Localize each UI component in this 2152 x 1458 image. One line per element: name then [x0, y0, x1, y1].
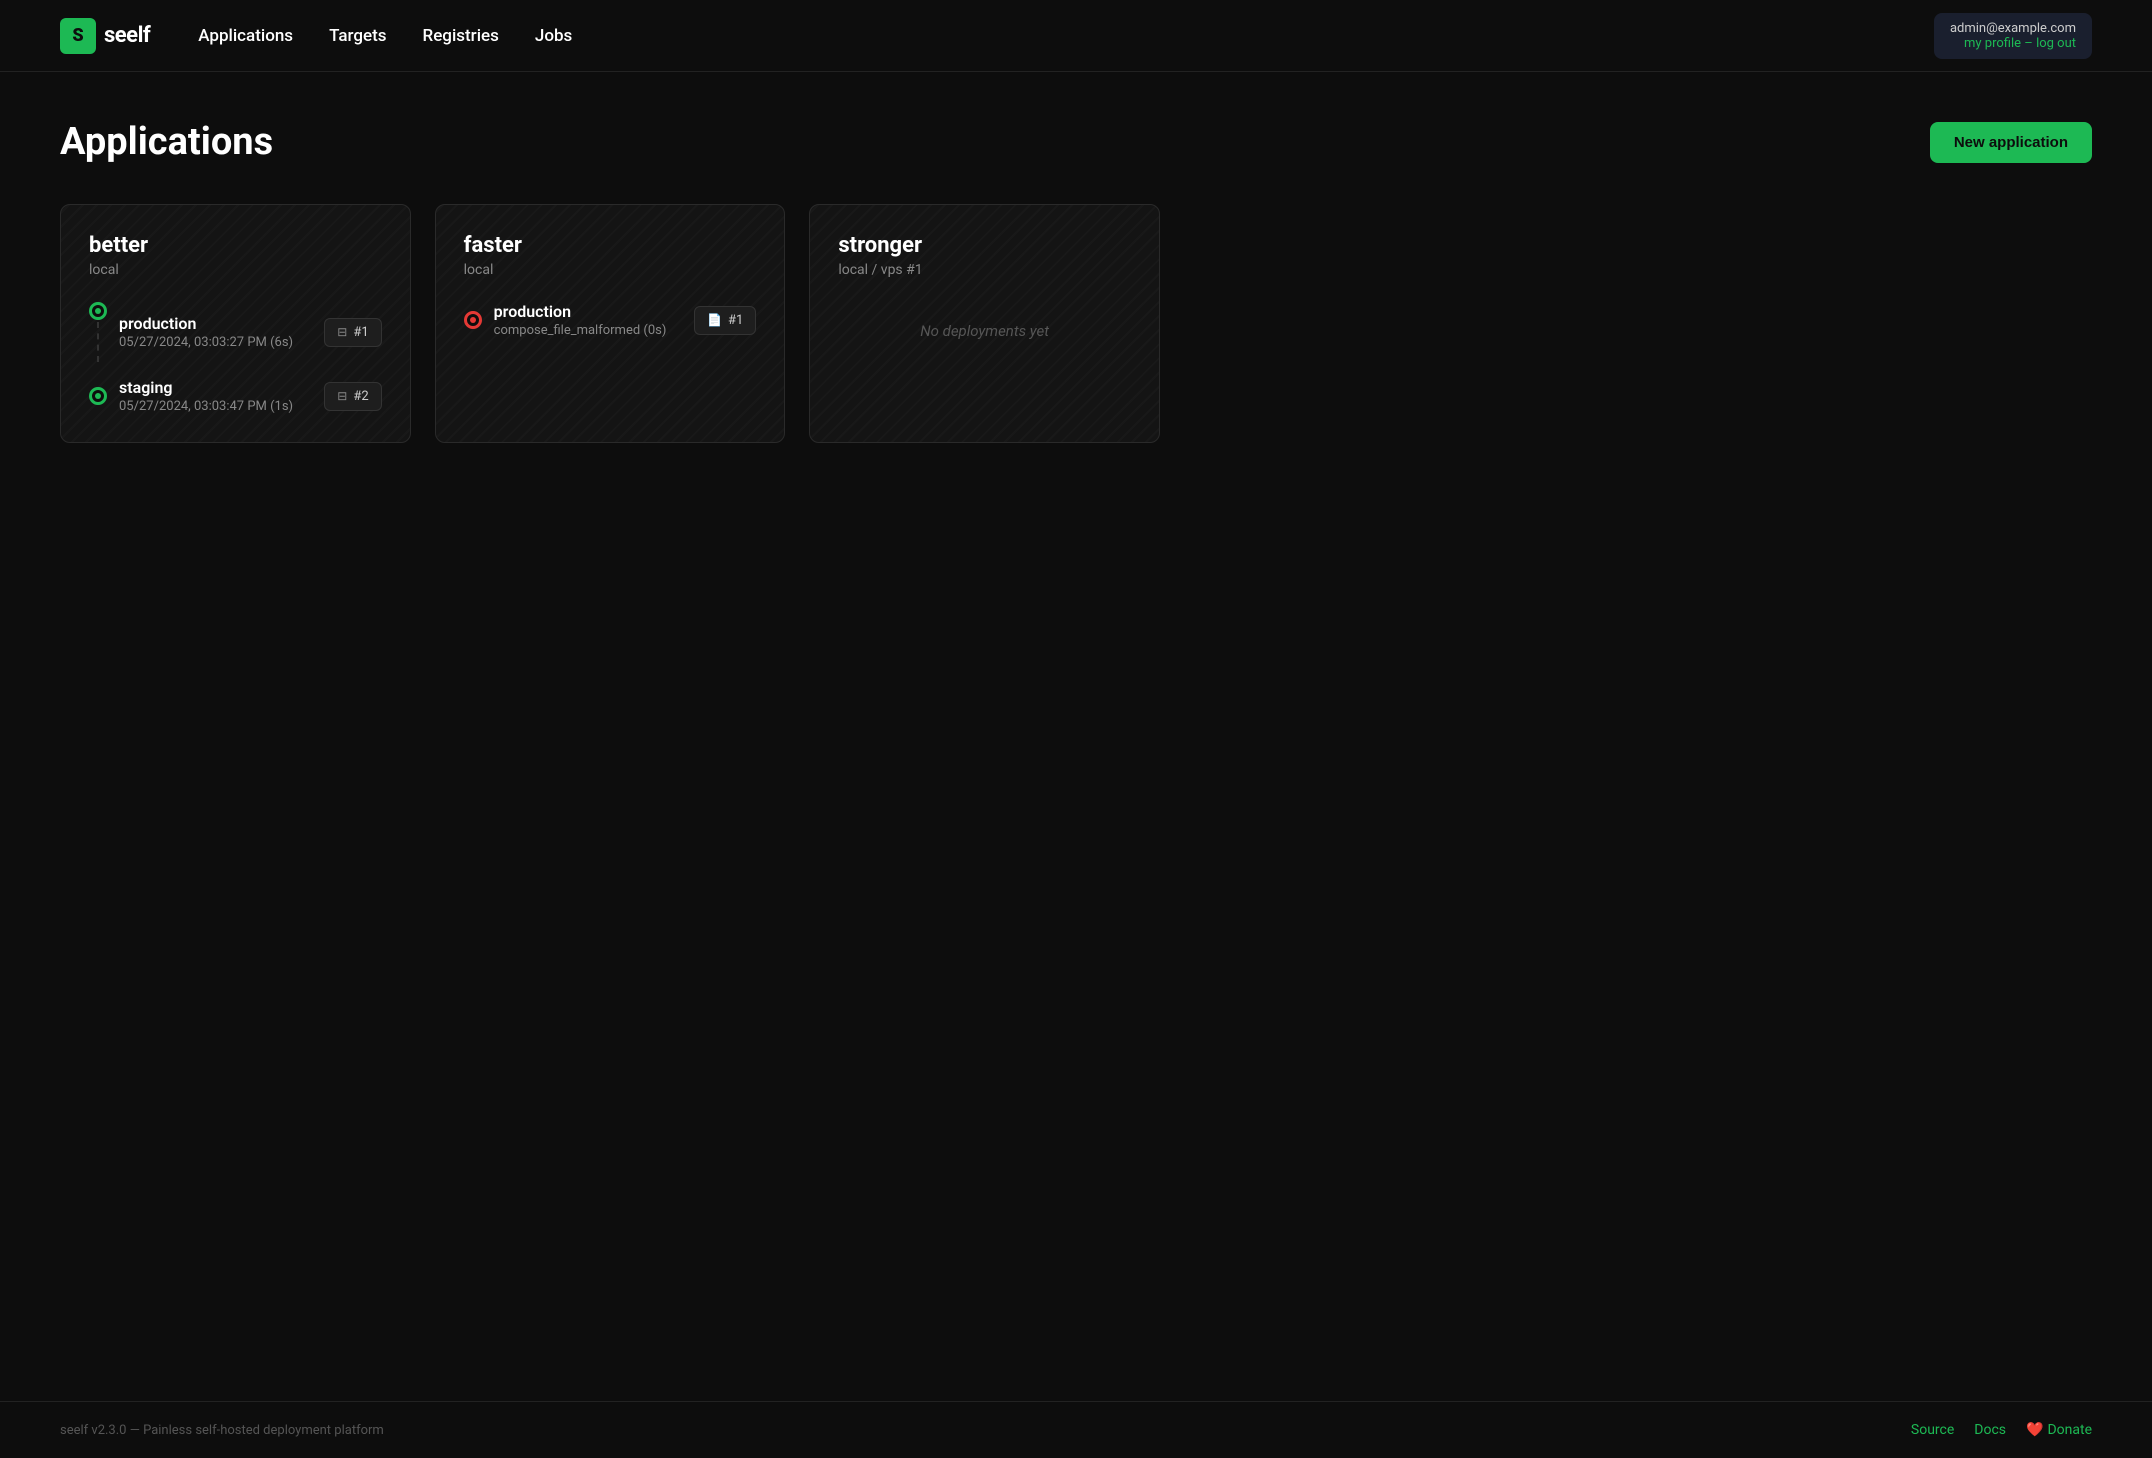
app-card-stronger: stronger local / vps #1 No deployments y…	[809, 204, 1160, 443]
my-profile-link[interactable]: my profile	[1964, 36, 2021, 51]
new-application-button[interactable]: New application	[1930, 122, 2092, 163]
app-card-faster: faster local production compose_file_mal…	[435, 204, 786, 443]
status-dot-success	[89, 387, 107, 405]
apps-grid: better local production 05/27/2024, 03:0…	[60, 204, 1160, 443]
app-target-stronger: local / vps #1	[838, 262, 1131, 278]
deployment-info: production compose_file_malformed (0s)	[494, 302, 682, 338]
app-target-faster: local	[464, 262, 757, 278]
deployment-meta: 05/27/2024, 03:03:47 PM (1s)	[119, 399, 312, 414]
deployment-meta: 05/27/2024, 03:03:27 PM (6s)	[119, 335, 312, 350]
nav-user: admin@example.com my profile – log out	[1934, 13, 2092, 59]
nav-links: Applications Targets Registries Jobs	[198, 26, 1934, 46]
app-name-faster: faster	[464, 233, 757, 258]
deployment-env: production	[494, 302, 682, 321]
source-link[interactable]: Source	[1911, 1422, 1954, 1438]
deployment-item: production compose_file_malformed (0s) 📄…	[464, 302, 757, 338]
donate-container: ❤️ Donate	[2026, 1422, 2092, 1438]
badge-number: #1	[353, 325, 368, 340]
file-icon: 📄	[707, 313, 722, 327]
nav-user-email: admin@example.com	[1950, 21, 2076, 36]
deployment-info: staging 05/27/2024, 03:03:47 PM (1s)	[119, 378, 312, 414]
app-name-stronger: stronger	[838, 233, 1131, 258]
file-icon: ⊟	[337, 389, 347, 403]
deployment-badge[interactable]: ⊟ #2	[324, 382, 381, 411]
nav-user-actions[interactable]: my profile – log out	[1950, 36, 2076, 51]
badge-number: #1	[728, 313, 743, 328]
deployment-info: production 05/27/2024, 03:03:27 PM (6s)	[119, 314, 312, 350]
heart-icon: ❤️	[2026, 1422, 2043, 1438]
deployment-meta: compose_file_malformed (0s)	[494, 323, 682, 338]
status-dot-success	[89, 302, 107, 320]
app-target-better: local	[89, 262, 382, 278]
main-content: Applications New application better loca…	[0, 72, 2152, 1401]
nav-targets[interactable]: Targets	[329, 26, 386, 46]
logo-icon: S	[60, 18, 96, 54]
nav-applications[interactable]: Applications	[198, 26, 293, 46]
deployment-item: production 05/27/2024, 03:03:27 PM (6s) …	[89, 302, 382, 362]
footer: seelf v2.3.0 — Painless self-hosted depl…	[0, 1401, 2152, 1458]
docs-link[interactable]: Docs	[1974, 1422, 2006, 1438]
logo-name: seelf	[104, 23, 150, 48]
footer-links: Source Docs ❤️ Donate	[1911, 1422, 2092, 1438]
logout-link[interactable]: log out	[2036, 36, 2076, 51]
badge-number: #2	[353, 389, 368, 404]
page-header: Applications New application	[60, 120, 2092, 164]
footer-version: seelf v2.3.0 — Painless self-hosted depl…	[60, 1423, 384, 1438]
status-dot-error	[464, 311, 482, 329]
nav-jobs[interactable]: Jobs	[535, 26, 572, 46]
page-title: Applications	[60, 120, 273, 164]
no-deployments-text: No deployments yet	[838, 302, 1131, 360]
app-name-better: better	[89, 233, 382, 258]
app-card-better: better local production 05/27/2024, 03:0…	[60, 204, 411, 443]
deployment-badge[interactable]: ⊟ #1	[324, 318, 381, 347]
deployment-list-faster: production compose_file_malformed (0s) 📄…	[464, 302, 757, 338]
file-icon: ⊟	[337, 325, 347, 339]
deployment-env: production	[119, 314, 312, 333]
logo-link[interactable]: S seelf	[60, 18, 150, 54]
logo-letter: S	[72, 25, 83, 46]
deployment-env: staging	[119, 378, 312, 397]
deployment-item: staging 05/27/2024, 03:03:47 PM (1s) ⊟ #…	[89, 378, 382, 414]
deployment-badge[interactable]: 📄 #1	[694, 306, 756, 335]
donate-link[interactable]: Donate	[2047, 1422, 2092, 1438]
navbar: S seelf Applications Targets Registries …	[0, 0, 2152, 72]
deployment-list-better: production 05/27/2024, 03:03:27 PM (6s) …	[89, 302, 382, 414]
nav-registries[interactable]: Registries	[423, 26, 499, 46]
